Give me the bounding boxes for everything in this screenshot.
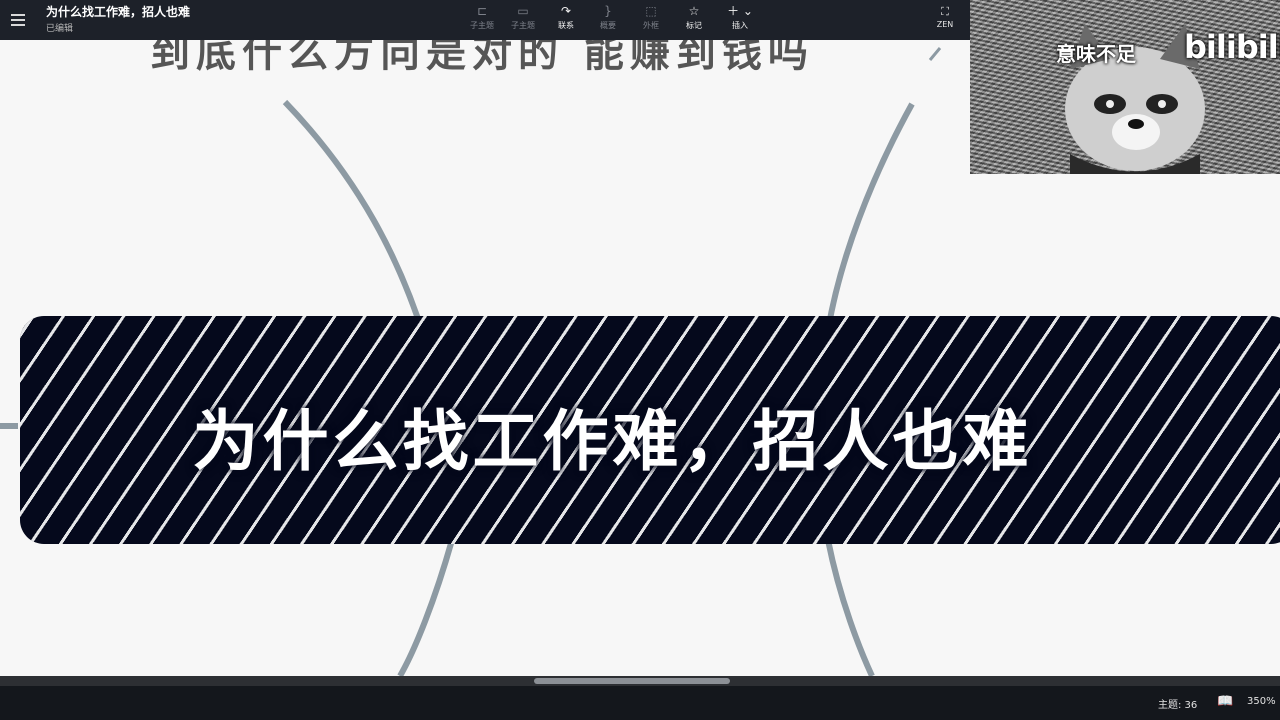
subtopic-button[interactable]: ⊏ 子主题 — [462, 3, 502, 37]
connector-topright-stub — [928, 47, 942, 61]
marker-star-icon: ☆ — [688, 4, 700, 18]
relationship-icon: ↷ — [560, 4, 572, 18]
bilibili-logo: bilibili — [1184, 28, 1280, 66]
marker-label: 标记 — [686, 21, 702, 30]
connector-lower-left — [397, 539, 455, 676]
subtopic-label: 子主题 — [470, 21, 494, 30]
insert-label: 插入 — [732, 21, 748, 30]
scrollbar-thumb[interactable] — [534, 678, 730, 684]
connector-upper-right — [825, 102, 915, 331]
relationship-label: 联系 — [558, 21, 574, 30]
boundary-button[interactable]: ⬚ 外框 — [631, 3, 671, 37]
central-topic-banner[interactable]: 为什么找工作难，招人也难 — [20, 316, 1280, 544]
outline-book-icon[interactable]: 📖 — [1217, 694, 1233, 709]
topic-count: 主题: 36 — [1158, 700, 1198, 711]
hamburger-menu-icon[interactable] — [8, 9, 30, 31]
horizontal-scrollbar[interactable] — [0, 676, 1280, 686]
subtopic-icon: ⊏ — [476, 4, 488, 18]
central-topic-title: 为什么找工作难，招人也难 — [192, 403, 1033, 480]
status-bar: 主题: 36 📖 350% — [0, 686, 1280, 720]
zoom-level[interactable]: 350% — [1247, 696, 1276, 707]
connector-lower-right — [825, 539, 875, 676]
document-title: 为什么找工作难，招人也难 — [46, 5, 191, 19]
relationship-button[interactable]: ↷ 联系 — [546, 3, 586, 37]
sibling-topic-icon: ▭ — [517, 4, 529, 18]
insert-plus-icon: ＋ ⌄ — [727, 4, 753, 18]
webcam-caption: 意味不足 — [1056, 42, 1136, 66]
zen-label: ZEN — [936, 20, 954, 29]
marker-button[interactable]: ☆ 标记 — [674, 3, 714, 37]
document-status: 已编辑 — [46, 24, 74, 34]
sibling-topic-label: 子主题 — [511, 21, 535, 30]
summary-label: 概要 — [600, 21, 616, 30]
summary-button[interactable]: } 概要 — [588, 3, 628, 37]
summary-icon: } — [604, 4, 612, 18]
boundary-icon: ⬚ — [645, 4, 657, 18]
sibling-topic-button[interactable]: ▭ 子主题 — [503, 3, 543, 37]
insert-button[interactable]: ＋ ⌄ 插入 — [720, 3, 760, 37]
boundary-label: 外框 — [643, 21, 659, 30]
webcam-overlay: 意味不足 bilibili — [970, 0, 1280, 174]
connector-upper-left — [282, 99, 428, 341]
zen-mode-button[interactable]: ⛶ ZEN — [928, 3, 962, 37]
fullscreen-icon: ⛶ — [941, 5, 949, 18]
